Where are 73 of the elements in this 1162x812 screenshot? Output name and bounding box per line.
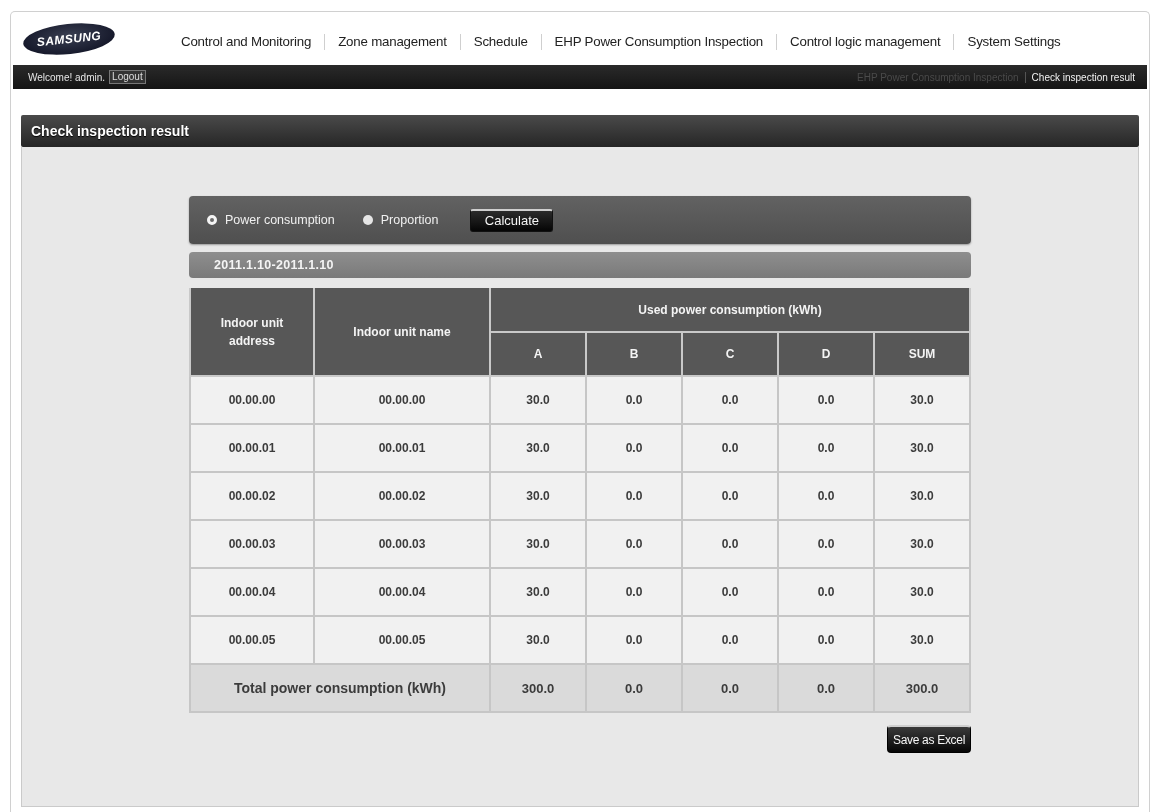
table-cell: 30.0 [874,424,971,472]
table-cell: 30.0 [490,424,586,472]
table-cell: 0.0 [682,568,778,616]
table-cell: 30.0 [490,568,586,616]
calculate-button[interactable]: Calculate [470,208,554,232]
table-cell: 00.00.03 [190,520,314,568]
table-cell: 00.00.03 [314,520,490,568]
radio-icon[interactable] [362,215,373,225]
table-cell: 30.0 [874,520,971,568]
column-header: Indoor unit address [190,288,314,376]
page-title: Check inspection result [21,115,1139,147]
radio-option[interactable]: Power consumption [207,213,335,227]
nav-link[interactable]: EHP Power Consumption Inspection [540,33,777,50]
table-cell: 0.0 [682,424,778,472]
total-cell: 0.0 [586,664,682,712]
table-cell: 00.00.05 [190,616,314,664]
table-cell: 0.0 [778,616,874,664]
nav-link[interactable]: Zone management [324,33,460,50]
table-cell: 30.0 [490,520,586,568]
table-cell: 0.0 [778,568,874,616]
table-cell: 0.0 [778,520,874,568]
table-cell: 30.0 [874,616,971,664]
table-cell: 00.00.01 [190,424,314,472]
date-range: 2011.1.10-2011.1.10 [189,252,971,278]
table-cell: 00.00.05 [314,616,490,664]
table-cell: 00.00.00 [190,376,314,424]
radio-icon[interactable] [207,215,217,225]
table-cell: 00.00.01 [314,424,490,472]
nav-link[interactable]: Control and Monitoring [181,33,325,50]
table-cell: 00.00.04 [314,568,490,616]
total-cell: 0.0 [778,664,874,712]
column-header: A [490,332,586,376]
column-header: C [682,332,778,376]
table-cell: 0.0 [682,472,778,520]
column-header: Indoor unit name [314,288,490,376]
nav-link[interactable]: Control logic management [776,33,954,50]
table-cell: 0.0 [586,568,682,616]
total-cell: 0.0 [682,664,778,712]
column-header: B [586,332,682,376]
column-header: D [778,332,874,376]
table-cell: 30.0 [874,472,971,520]
table-cell: 0.0 [682,616,778,664]
column-header: SUM [874,332,971,376]
table-cell: 00.00.00 [314,376,490,424]
total-label: Total power consumption (kWh) [190,664,490,712]
table-cell: 0.0 [586,376,682,424]
table-cell: 30.0 [490,472,586,520]
table-cell: 30.0 [874,376,971,424]
table-cell: 0.0 [586,472,682,520]
total-cell: 300.0 [874,664,971,712]
table-cell: 0.0 [682,520,778,568]
table-cell: 0.0 [778,472,874,520]
breadcrumb-current: Check inspection result [1024,71,1141,83]
table-cell: 30.0 [490,616,586,664]
table-cell: 30.0 [874,568,971,616]
total-cell: 300.0 [490,664,586,712]
table-cell: 30.0 [490,376,586,424]
table-cell: 00.00.02 [190,472,314,520]
table-cell: 0.0 [778,376,874,424]
table-cell: 00.00.02 [314,472,490,520]
table-cell: 0.0 [586,520,682,568]
nav-link[interactable]: System Settings [953,33,1074,50]
table-cell: 0.0 [778,424,874,472]
table-cell: 0.0 [586,616,682,664]
save-excel-button[interactable]: Save as Excel [887,725,971,753]
table-cell: 00.00.04 [190,568,314,616]
table-cell: 0.0 [682,376,778,424]
nav-link[interactable]: Schedule [459,33,541,50]
column-group-header: Used power consumption (kWh) [490,288,971,332]
table-cell: 0.0 [586,424,682,472]
welcome-text: Welcome! admin. [28,71,106,83]
radio-option[interactable]: Proportion [362,213,439,227]
logout-button[interactable]: Logout [109,70,146,84]
